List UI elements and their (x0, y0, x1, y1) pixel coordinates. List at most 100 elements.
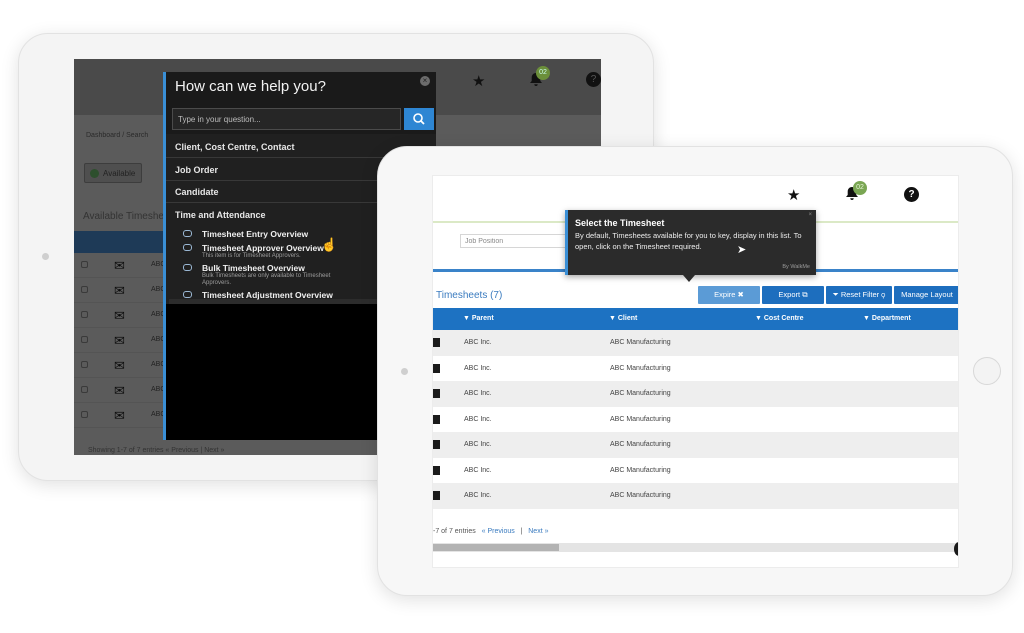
chat-bubble-icon (183, 264, 192, 271)
stage: ★ 02 ? Dashboard / Search Available Avai… (0, 0, 1024, 633)
table-row[interactable]: ABC Inc. ABC Manufacturing (433, 330, 958, 356)
hand-cursor-icon: ☝ (321, 237, 338, 252)
breadcrumb: Dashboard / Search (86, 132, 149, 139)
scroll-knob[interactable] (954, 542, 958, 556)
help-icon[interactable]: ? (586, 72, 601, 87)
cell-client: ABC Manufacturing (610, 415, 671, 423)
column-label: Client (617, 315, 638, 322)
edit-icon[interactable] (433, 389, 440, 398)
manage-layout-button[interactable]: Manage Layout (894, 286, 958, 304)
star-icon[interactable]: ★ (787, 186, 800, 204)
filter-icon: ▼ (463, 315, 472, 322)
close-icon[interactable]: × (420, 76, 430, 86)
pagination-separator: | (520, 528, 523, 535)
chat-bubble-icon (183, 230, 192, 237)
home-button (973, 357, 1001, 385)
tooltip-title: Select the Timesheet (575, 218, 665, 228)
table-row[interactable]: ABC Inc. ABC Manufacturing (433, 457, 958, 483)
filter-icon: ▼ (863, 315, 872, 322)
notification-badge: 02 (536, 66, 550, 80)
cell-parent: ABC Inc. (464, 492, 492, 499)
front-tablet-camera (401, 368, 408, 375)
column-header-department[interactable]: ▼ Department (863, 315, 911, 322)
job-position-filter[interactable] (460, 234, 570, 248)
help-category[interactable]: Candidate (175, 187, 219, 197)
cell-parent: ABC Inc. (464, 364, 492, 372)
column-header-cost-centre[interactable]: ▼ Cost Centre (755, 315, 804, 322)
edit-icon[interactable] (433, 440, 440, 449)
filter-icon: ▼ (609, 315, 618, 322)
row-checkbox[interactable] (81, 386, 88, 393)
help-item-description: This item is for Timesheet Approvers. (202, 253, 301, 259)
chat-bubble-icon (183, 291, 192, 298)
table-row[interactable]: ABC Inc. ABC Manufacturing (433, 406, 958, 432)
row-checkbox[interactable] (81, 261, 88, 268)
table-row[interactable]: ABC Inc. ABC Manufacturing (433, 355, 958, 381)
column-label: Cost Centre (763, 315, 804, 322)
pointer-cursor-icon: ➤ (737, 244, 747, 256)
expire-button[interactable]: Expire ✖ (698, 286, 760, 304)
export-label: Export (778, 290, 801, 299)
help-icon[interactable]: ? (904, 187, 919, 202)
cell-client: ABC Manufacturing (610, 390, 671, 397)
grid-header: ▼ Parent ▼ Client ▼ Cost Centre ▼ Depart… (433, 308, 958, 330)
help-item-description: Bulk Timesheets are only available to Ti… (202, 273, 331, 286)
tooltip-attribution: By WalkMe (782, 264, 810, 270)
entries-count: -7 of 7 entries (433, 528, 476, 535)
table-row[interactable]: ABC Inc. ABC Manufacturing (433, 381, 958, 407)
cell-parent: ABC Inc. (464, 415, 492, 423)
table-row[interactable]: ABC Inc. ABC Manufacturing (433, 483, 958, 509)
help-item-label: Timesheet Approver Overview (202, 243, 324, 253)
help-search-input[interactable] (172, 108, 401, 130)
scrollbar-thumb[interactable] (433, 544, 559, 551)
cell-parent: ABC Inc. (464, 466, 492, 474)
horizontal-scrollbar[interactable] (433, 543, 958, 552)
reset-filter-button[interactable]: ⏷ Reset Filter ⚲ (826, 286, 892, 304)
next-link[interactable]: Next » (528, 528, 548, 535)
close-icon[interactable]: × (808, 212, 812, 218)
table-row[interactable]: ABC Inc. ABC Manufacturing (433, 432, 958, 458)
search-icon: ⚲ (881, 290, 886, 299)
expire-label: Expire (714, 290, 736, 299)
row-checkbox[interactable] (81, 286, 88, 293)
column-label: Parent (471, 315, 494, 322)
edit-icon[interactable] (433, 491, 440, 500)
star-icon[interactable]: ★ (472, 72, 485, 90)
edit-icon[interactable] (433, 465, 440, 475)
cell-client: ABC Manufacturing (610, 466, 671, 474)
help-title: How can we help you? (175, 78, 326, 95)
edit-icon[interactable] (433, 338, 440, 347)
pagination: -7 of 7 entries « Previous | Next » (433, 528, 548, 535)
help-category[interactable]: Time and Attendance (175, 210, 266, 220)
row-checkbox[interactable] (81, 311, 88, 318)
envelope-icon: ✉ (114, 408, 125, 423)
export-button[interactable]: Export ⧉ (762, 286, 824, 304)
row-checkbox[interactable] (81, 411, 88, 418)
close-icon: ✖ (737, 290, 744, 299)
walkme-tooltip: × Select the Timesheet By default, Times… (565, 210, 816, 275)
tooltip-arrow (683, 275, 695, 282)
envelope-icon: ✉ (114, 333, 125, 348)
check-circle-icon (90, 169, 99, 178)
help-category[interactable]: Job Order (175, 165, 218, 175)
cell-parent: ABC Inc. (464, 390, 492, 397)
row-checkbox[interactable] (81, 361, 88, 368)
envelope-icon: ✉ (114, 283, 125, 298)
help-item-label: Bulk Timesheet Overview (202, 263, 305, 273)
help-category[interactable]: Client, Cost Centre, Contact (175, 142, 295, 152)
envelope-icon: ✉ (114, 308, 125, 323)
column-header-client[interactable]: ▼ Client (609, 315, 637, 322)
tab-available[interactable]: Available (84, 163, 142, 183)
row-checkbox[interactable] (81, 336, 88, 343)
tooltip-body: By default, Timesheets available for you… (575, 231, 802, 251)
notification-badge: 02 (853, 181, 867, 195)
previous-link[interactable]: « Previous (482, 528, 515, 535)
envelope-icon: ✉ (114, 258, 125, 273)
edit-icon[interactable] (433, 363, 440, 373)
manage-layout-label: Manage Layout (901, 290, 953, 299)
back-pagination: Showing 1-7 of 7 entries « Previous | Ne… (88, 447, 225, 454)
column-header-parent[interactable]: ▼ Parent (463, 315, 494, 322)
edit-icon[interactable] (433, 414, 440, 424)
help-search-button[interactable] (404, 108, 434, 130)
cell-parent: ABC Inc. (464, 339, 492, 346)
